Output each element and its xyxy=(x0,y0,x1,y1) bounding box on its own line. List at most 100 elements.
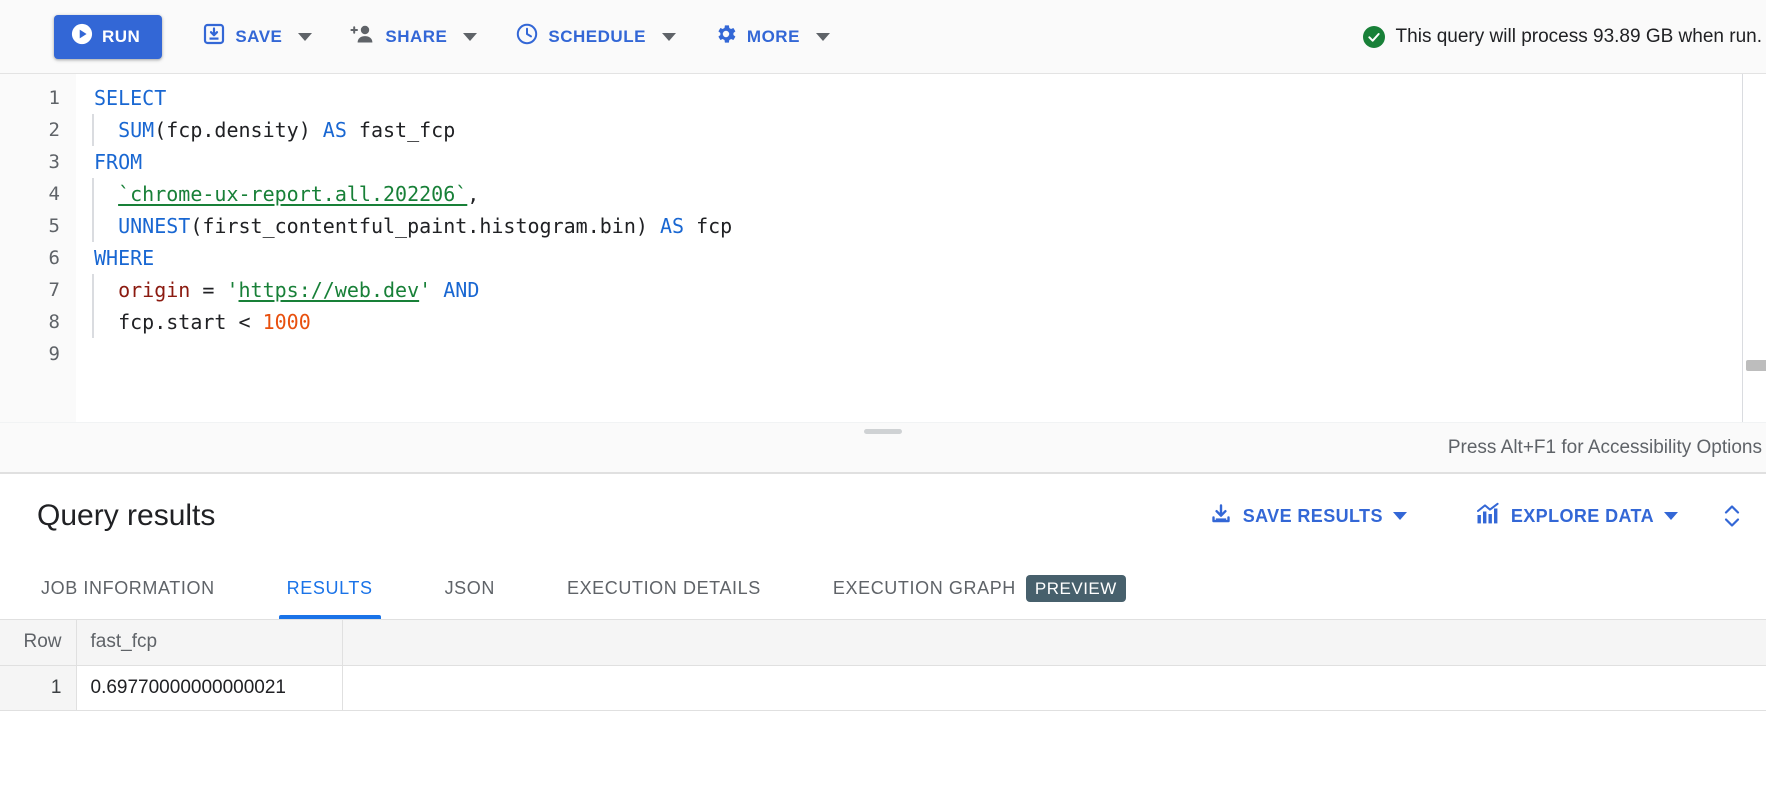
code-line[interactable]: SUM(fcp.density) AS fast_fcp xyxy=(76,114,1766,146)
query-toolbar: RUN SAVE SHARE SCHEDULE MORE This query … xyxy=(0,0,1766,74)
save-button[interactable]: SAVE xyxy=(196,14,288,59)
code-token: (first_contentful_paint.histogram.bin) xyxy=(190,214,660,238)
share-button[interactable]: SHARE xyxy=(344,14,453,59)
column-header-row[interactable]: Row xyxy=(0,620,77,666)
tab-label: JOB INFORMATION xyxy=(41,578,215,598)
share-menu[interactable]: SHARE xyxy=(344,14,485,59)
code-line[interactable]: WHERE xyxy=(76,242,1766,274)
share-chevron-down-icon[interactable] xyxy=(463,32,478,41)
explore-data-label: EXPLORE DATA xyxy=(1510,505,1654,526)
run-button-label: RUN xyxy=(102,26,141,46)
code-token: AS xyxy=(659,214,685,238)
line-number: 6 xyxy=(48,247,60,269)
schedule-menu[interactable]: SCHEDULE xyxy=(509,14,684,59)
code-line[interactable]: FROM xyxy=(76,146,1766,178)
play-icon xyxy=(71,23,93,50)
expand-collapse-icon[interactable] xyxy=(1720,501,1744,531)
more-menu[interactable]: MORE xyxy=(708,14,838,59)
code-token: AS xyxy=(322,118,347,142)
gear-icon xyxy=(714,22,738,51)
code-token: SELECT xyxy=(94,86,167,110)
results-table: Row fast_fcp 1 0.69770000000000021 xyxy=(0,620,1766,711)
code-token: = xyxy=(190,278,227,302)
tab-json[interactable]: JSON xyxy=(441,558,499,619)
code-line[interactable] xyxy=(76,338,1766,370)
code-token: UNNEST xyxy=(118,214,191,238)
code-token: fcp.start < xyxy=(118,310,263,334)
line-number: 5 xyxy=(48,215,60,237)
query-cost-status: This query will process 93.89 GB when ru… xyxy=(1362,25,1762,48)
panel-resize-handle[interactable] xyxy=(864,429,902,434)
cell-fast-fcp[interactable]: 0.69770000000000021 xyxy=(76,665,343,711)
sql-editor[interactable]: 1 2 3 4 5 6 7 8 9 SELECT SUM(fcp.density) AS fas… xyxy=(0,74,1766,422)
line-number: 7 xyxy=(48,279,60,301)
save-chevron-down-icon[interactable] xyxy=(298,32,313,41)
more-button[interactable]: MORE xyxy=(708,14,806,59)
query-cost-text: This query will process 93.89 GB when ru… xyxy=(1395,25,1762,47)
column-header-fast-fcp[interactable]: fast_fcp xyxy=(76,620,343,666)
indent-guide xyxy=(92,114,94,146)
code-token[interactable]: https://web.dev xyxy=(239,278,420,302)
indent-guide xyxy=(92,306,94,338)
save-results-label: SAVE RESULTS xyxy=(1242,505,1383,526)
line-number: 3 xyxy=(48,151,60,173)
code-line[interactable]: `chrome-ux-report.all.202206`, xyxy=(76,178,1766,210)
indent-guide xyxy=(92,210,94,242)
schedule-button-label: SCHEDULE xyxy=(548,26,646,46)
save-results-menu[interactable]: SAVE RESULTS xyxy=(1209,502,1415,531)
tab-execution-graph[interactable]: EXECUTION GRAPH PREVIEW xyxy=(829,558,1130,619)
editor-scrollbar-thumb[interactable] xyxy=(1746,360,1766,371)
results-table-body: 1 0.69770000000000021 xyxy=(0,665,1766,711)
save-results-chevron-down-icon[interactable] xyxy=(1392,512,1407,520)
code-token: (fcp.density) xyxy=(154,118,323,142)
line-number: 8 xyxy=(48,311,60,333)
download-icon xyxy=(1209,502,1233,531)
table-header-row: Row fast_fcp xyxy=(0,620,1766,666)
code-token: fast_fcp xyxy=(346,118,456,142)
preview-badge: PREVIEW xyxy=(1025,575,1126,602)
results-header: Query results SAVE RESULTS EXPLORE DATA xyxy=(0,474,1766,558)
code-token: ' xyxy=(226,278,239,302)
schedule-chevron-down-icon[interactable] xyxy=(661,32,676,41)
tab-execution-details[interactable]: EXECUTION DETAILS xyxy=(563,558,765,619)
editor-footer: Press Alt+F1 for Accessibility Options xyxy=(0,422,1766,474)
code-line[interactable]: fcp.start < 1000 xyxy=(76,306,1766,338)
clock-icon xyxy=(515,22,539,51)
line-number: 9 xyxy=(48,343,60,365)
more-button-label: MORE xyxy=(746,26,800,46)
results-actions: SAVE RESULTS EXPLORE DATA xyxy=(1209,501,1744,531)
tab-job-information[interactable]: JOB INFORMATION xyxy=(37,558,219,619)
explore-data-button[interactable]: EXPLORE DATA xyxy=(1475,502,1654,531)
code-line[interactable]: SELECT xyxy=(76,82,1766,114)
schedule-button[interactable]: SCHEDULE xyxy=(509,14,652,59)
code-token[interactable]: `chrome-ux-report.all.202206` xyxy=(118,182,467,206)
chart-icon xyxy=(1475,502,1501,531)
indent-guide xyxy=(92,274,94,306)
code-token: origin xyxy=(118,278,191,302)
explore-data-chevron-down-icon[interactable] xyxy=(1664,512,1678,520)
more-chevron-down-icon[interactable] xyxy=(815,32,830,41)
save-menu[interactable]: SAVE xyxy=(196,14,320,59)
results-tabs: JOB INFORMATION RESULTS JSON EXECUTION DETA… xyxy=(0,558,1766,620)
code-token: WHERE xyxy=(94,246,155,270)
page-title: Query results xyxy=(37,499,216,532)
tab-label: EXECUTION DETAILS xyxy=(566,578,761,598)
table-row[interactable]: 1 0.69770000000000021 xyxy=(0,665,1766,711)
run-button[interactable]: RUN xyxy=(54,14,163,59)
line-number: 1 xyxy=(48,87,60,109)
explore-data-menu[interactable]: EXPLORE DATA xyxy=(1475,502,1686,531)
code-token: ' xyxy=(419,278,432,302)
code-line[interactable]: origin = 'https://web.dev' AND xyxy=(76,274,1766,306)
person-add-icon xyxy=(350,22,376,51)
indent-guide xyxy=(92,178,94,210)
editor-code-area[interactable]: SELECT SUM(fcp.density) AS fast_fcp FROM … xyxy=(76,74,1766,422)
tab-results[interactable]: RESULTS xyxy=(278,558,381,619)
code-token: 1000 xyxy=(262,310,311,334)
save-button-label: SAVE xyxy=(235,26,283,46)
save-results-button[interactable]: SAVE RESULTS xyxy=(1209,502,1383,531)
code-line[interactable]: UNNEST(first_contentful_paint.histogram.… xyxy=(76,210,1766,242)
